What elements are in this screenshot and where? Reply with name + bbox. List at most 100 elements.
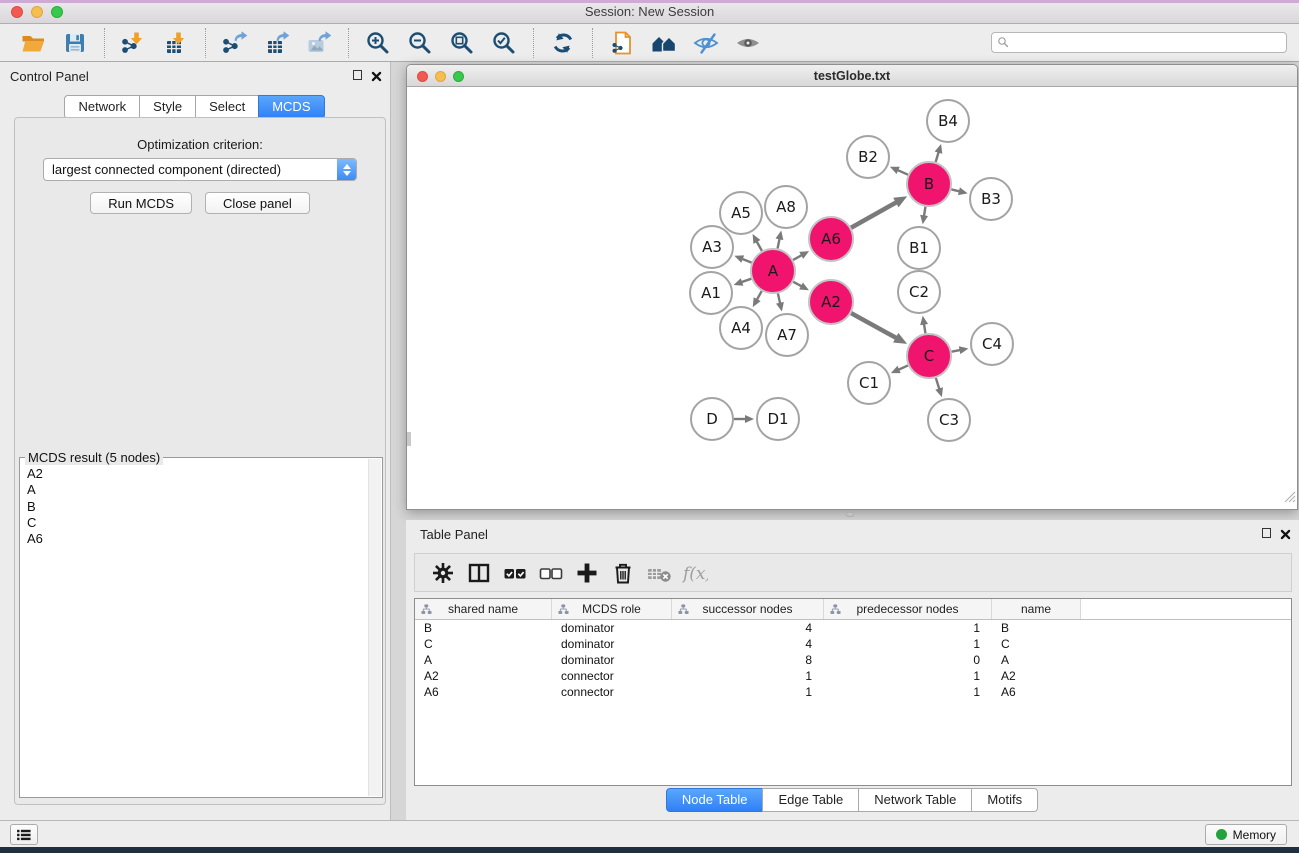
table-row[interactable]: A2connector11A2 [415, 668, 1291, 684]
cell-predecessor-nodes[interactable]: 1 [824, 685, 992, 699]
open-file-button[interactable] [17, 27, 49, 59]
column-header-name[interactable]: name [992, 599, 1081, 619]
table-row[interactable]: Cdominator41C [415, 636, 1291, 652]
graph-edge-C-C4[interactable] [952, 350, 961, 352]
graph-edge-B-B4[interactable] [936, 152, 939, 162]
tab-mcds[interactable]: MCDS [258, 95, 324, 119]
cell-successor-nodes[interactable]: 8 [672, 653, 824, 667]
cell-name[interactable]: A [992, 653, 1081, 667]
create-column-button[interactable] [569, 557, 605, 589]
canvas-scroll-nub[interactable] [407, 432, 411, 446]
hide-graphics-details-button[interactable] [690, 27, 722, 59]
export-network-button[interactable] [219, 27, 251, 59]
export-image-button[interactable] [303, 27, 335, 59]
cell-successor-nodes[interactable]: 4 [672, 637, 824, 651]
result-scrollbar[interactable] [368, 459, 381, 796]
column-header-successor-nodes[interactable]: successor nodes [672, 599, 824, 619]
network-canvas[interactable]: AA1A2A3A4A5A6A7A8BB1B2B3B4CC1C2C3C4DD1 [407, 87, 1297, 509]
tab-select[interactable]: Select [195, 95, 259, 119]
cell-name[interactable]: A2 [992, 669, 1081, 683]
cell-shared-name[interactable]: C [415, 637, 552, 651]
graph-edge-A-A7[interactable] [778, 293, 780, 303]
show-graphics-details-button[interactable] [732, 27, 764, 59]
tab-style[interactable]: Style [139, 95, 196, 119]
graph-edge-B-B2[interactable] [897, 170, 908, 175]
graph-edge-A2-C[interactable] [851, 313, 896, 338]
mcds-result-item[interactable]: A2 [27, 466, 368, 482]
tab-network-table[interactable]: Network Table [858, 788, 972, 812]
mcds-result-item[interactable]: A [27, 482, 368, 498]
cell-predecessor-nodes[interactable]: 1 [824, 621, 992, 635]
float-panel-icon[interactable] [353, 70, 362, 80]
cell-MCDS-role[interactable]: dominator [552, 653, 672, 667]
tab-edge-table[interactable]: Edge Table [762, 788, 859, 812]
zoom-in-button[interactable] [362, 27, 394, 59]
close-table-panel-icon[interactable] [1280, 527, 1291, 538]
run-mcds-button[interactable]: Run MCDS [90, 192, 192, 214]
graph-edge-A-A2[interactable] [793, 282, 802, 287]
cell-predecessor-nodes[interactable]: 1 [824, 637, 992, 651]
table-row[interactable]: Adominator80A [415, 652, 1291, 668]
cell-successor-nodes[interactable]: 1 [672, 669, 824, 683]
cell-shared-name[interactable]: B [415, 621, 552, 635]
zoom-selected-button[interactable] [488, 27, 520, 59]
cell-predecessor-nodes[interactable]: 1 [824, 669, 992, 683]
graph-edge-C-C3[interactable] [936, 378, 940, 390]
cell-shared-name[interactable]: A2 [415, 669, 552, 683]
status-menu-button[interactable] [10, 824, 38, 845]
network-window-titlebar[interactable]: testGlobe.txt [407, 65, 1297, 87]
zoom-out-button[interactable] [404, 27, 436, 59]
graph-edge-C-C2[interactable] [924, 324, 926, 334]
cell-MCDS-role[interactable]: dominator [552, 637, 672, 651]
graph-edge-A-A4[interactable] [757, 291, 762, 300]
column-header-shared-name[interactable]: shared name [415, 599, 552, 619]
cell-successor-nodes[interactable]: 1 [672, 685, 824, 699]
select-all-columns-button[interactable] [497, 557, 533, 589]
table-settings-button[interactable] [425, 557, 461, 589]
refresh-button[interactable] [547, 27, 579, 59]
cell-shared-name[interactable]: A [415, 653, 552, 667]
import-network-button[interactable] [118, 27, 150, 59]
mcds-result-item[interactable]: B [27, 499, 368, 515]
import-table-button[interactable] [160, 27, 192, 59]
tab-motifs[interactable]: Motifs [971, 788, 1038, 812]
graph-edge-A-A1[interactable] [741, 279, 751, 283]
graph-edge-C-C1[interactable] [898, 365, 908, 369]
delete-columns-button[interactable] [605, 557, 641, 589]
show-columns-button[interactable] [461, 557, 497, 589]
save-session-button[interactable] [59, 27, 91, 59]
resize-grip-icon[interactable] [1284, 490, 1296, 508]
table-row[interactable]: A6connector11A6 [415, 684, 1291, 700]
tab-network[interactable]: Network [64, 95, 140, 119]
column-header-predecessor-nodes[interactable]: predecessor nodes [824, 599, 992, 619]
home-button[interactable] [648, 27, 680, 59]
criterion-dropdown[interactable]: largest connected component (directed) [43, 158, 357, 181]
cell-MCDS-role[interactable]: dominator [552, 621, 672, 635]
close-panel-button[interactable]: Close panel [205, 192, 310, 214]
cell-predecessor-nodes[interactable]: 0 [824, 653, 992, 667]
memory-button[interactable]: Memory [1205, 824, 1287, 845]
graph-edge-A-A3[interactable] [742, 259, 752, 263]
cell-shared-name[interactable]: A6 [415, 685, 552, 699]
cell-successor-nodes[interactable]: 4 [672, 621, 824, 635]
column-header-MCDS-role[interactable]: MCDS role [552, 599, 672, 619]
unselect-all-columns-button[interactable] [533, 557, 569, 589]
graph-edge-A-A5[interactable] [756, 241, 761, 251]
mcds-result-item[interactable]: C [27, 515, 368, 531]
graph-edge-B-B1[interactable] [924, 207, 926, 217]
zoom-fit-button[interactable] [446, 27, 478, 59]
cell-name[interactable]: C [992, 637, 1081, 651]
search-box[interactable] [991, 32, 1287, 53]
search-input[interactable] [1010, 34, 1286, 51]
mcds-result-item[interactable]: A6 [27, 531, 368, 547]
cell-name[interactable]: A6 [992, 685, 1081, 699]
table-row[interactable]: Bdominator41B [415, 620, 1291, 636]
tab-node-table[interactable]: Node Table [666, 788, 764, 812]
split-pane-handle[interactable] [846, 512, 854, 517]
cell-name[interactable]: B [992, 621, 1081, 635]
graph-edge-A-A8[interactable] [778, 238, 780, 248]
cell-MCDS-role[interactable]: connector [552, 669, 672, 683]
float-table-panel-icon[interactable] [1262, 528, 1271, 538]
export-table-button[interactable] [261, 27, 293, 59]
open-network-file-button[interactable] [606, 27, 638, 59]
